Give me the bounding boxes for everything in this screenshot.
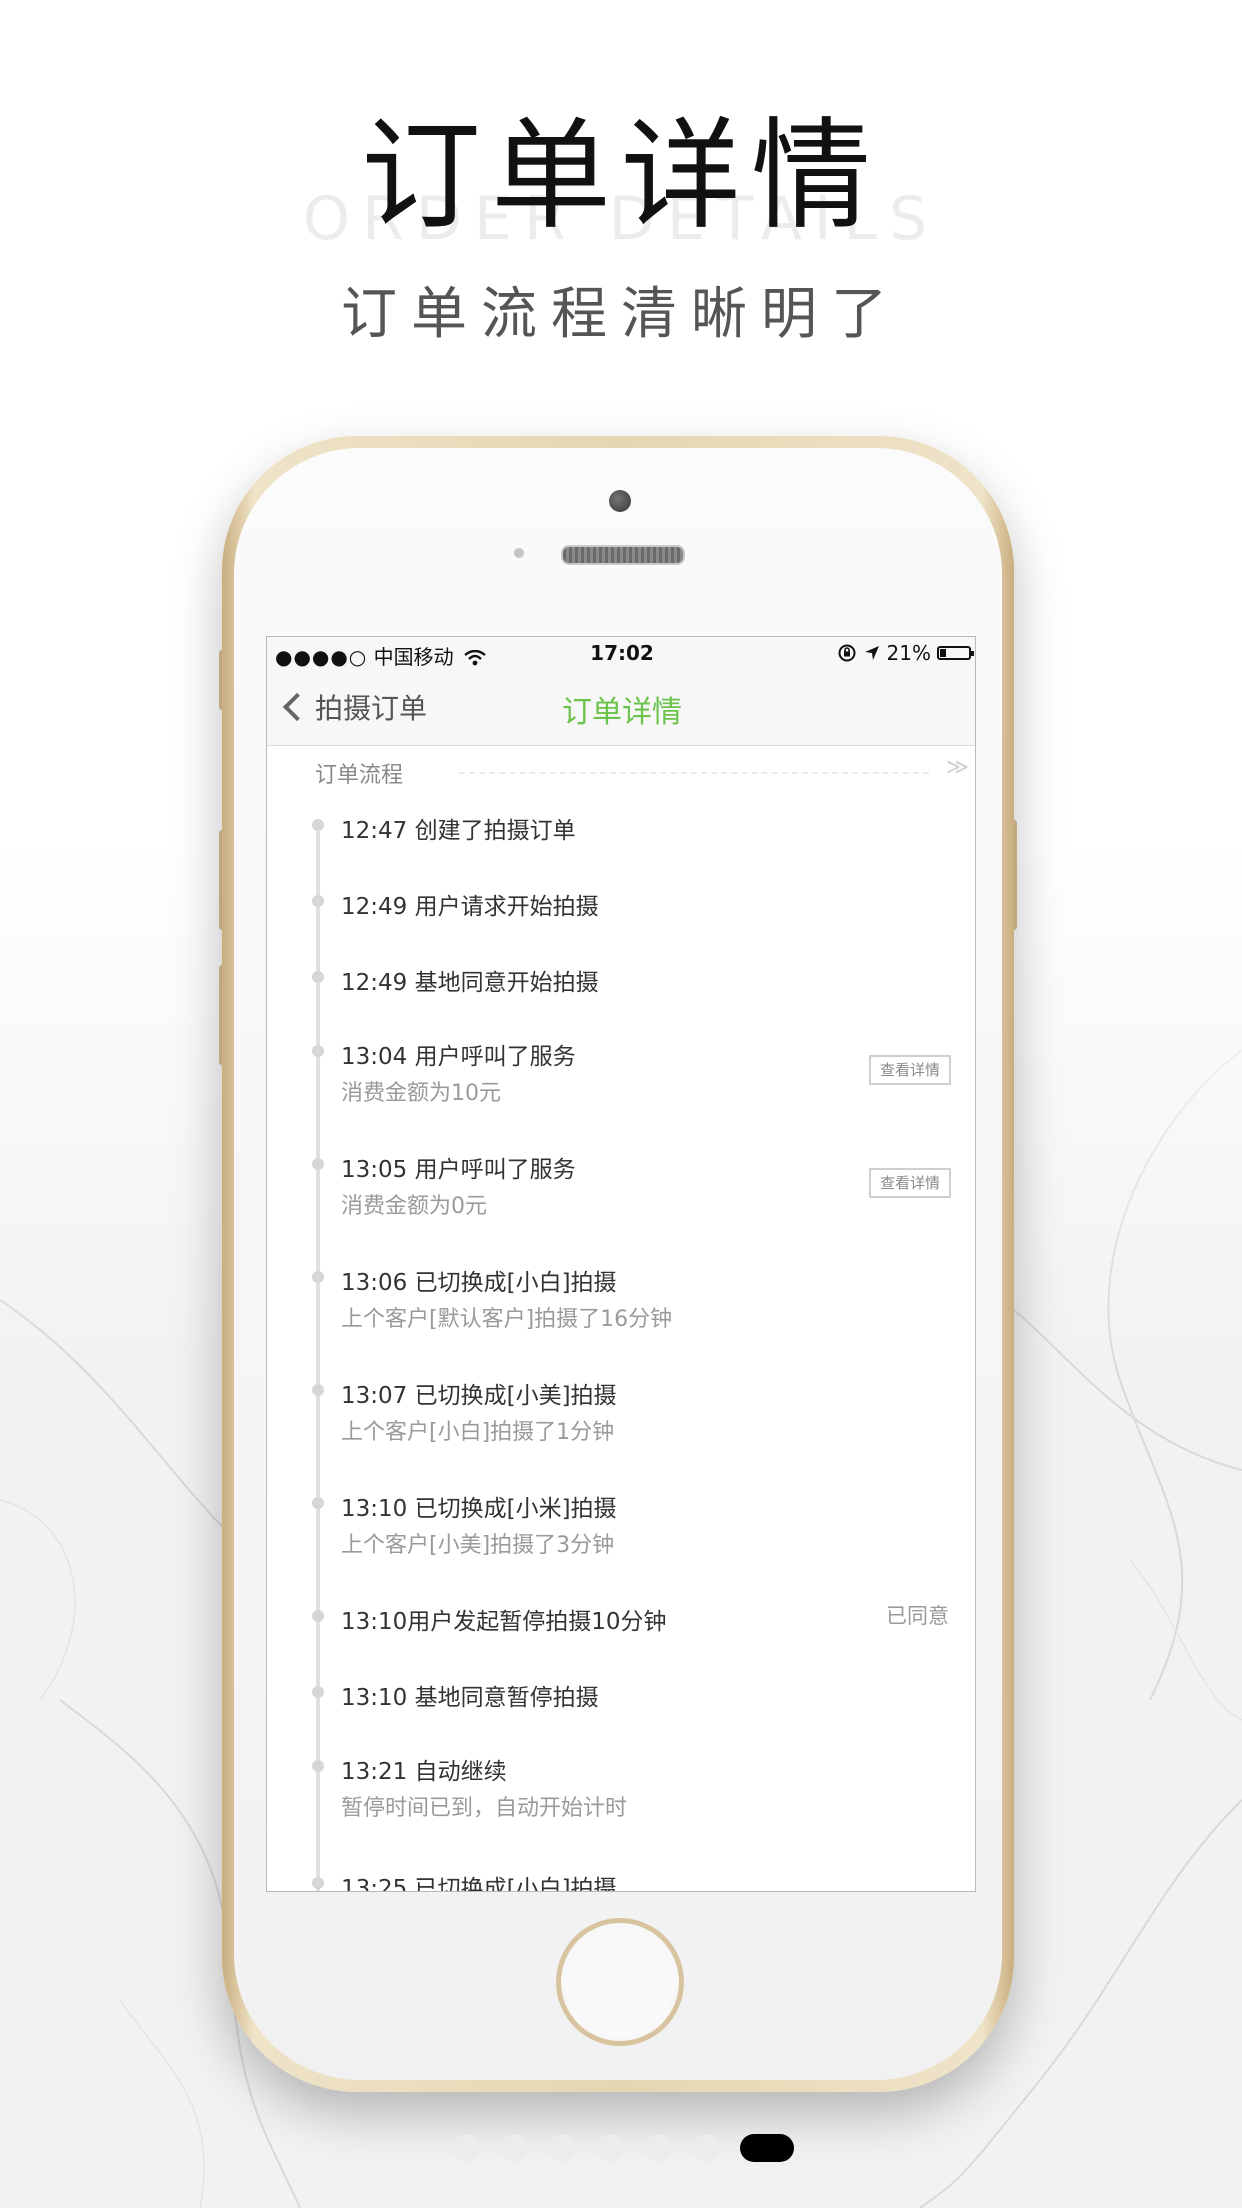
timeline-event: 13:25 已切换成[小白]拍摄 [267,1869,975,1892]
page-dot[interactable] [452,2134,480,2162]
timeline-dot-icon [312,1877,324,1889]
promo-subtitle: 订单流程清晰明了 [341,282,901,347]
timeline-dot-icon [312,1271,324,1283]
proximity-sensor [514,548,524,558]
timeline-dot-icon [312,895,324,907]
timeline-event: 13:21 自动继续暂停时间已到，自动开始计时 [267,1752,975,1828]
event-detail: 暂停时间已到，自动开始计时 [341,1796,628,1821]
event-title: 13:10 基地同意暂停拍摄 [341,1685,599,1711]
orientation-lock-icon [838,644,856,662]
timeline-event: 13:06 已切换成[小白]拍摄上个客户[默认客户]拍摄了16分钟 [267,1263,975,1339]
timeline-event: 13:07 已切换成[小美]拍摄 上个客户[小白]拍摄了1分钟 [267,1376,975,1452]
event-title: 13:04 用户呼叫了服务 [341,1044,576,1070]
event-title: 13:10 已切换成[小米]拍摄 [341,1496,617,1522]
timeline-event: 13:10用户发起暂停拍摄10分钟 已同意 [267,1602,975,1642]
event-title: 13:10用户发起暂停拍摄10分钟 [341,1609,667,1635]
timeline-event: 12:47 创建了拍摄订单 [267,811,975,851]
timeline-dot-icon [312,1158,324,1170]
event-title: 12:49 用户请求开始拍摄 [341,894,599,920]
event-title: 13:07 已切换成[小美]拍摄 [341,1383,617,1409]
section-divider [459,772,929,774]
page-dot[interactable] [500,2134,528,2162]
timeline-dot-icon [312,1760,324,1772]
event-title: 13:05 用户呼叫了服务 [341,1157,576,1183]
promo-title: 订单详情 [361,107,881,246]
page-title: 订单详情 [562,695,682,730]
earpiece-speaker [561,545,685,565]
event-detail: 上个客户[默认客户]拍摄了16分钟 [341,1307,673,1332]
home-button[interactable] [556,1918,684,2046]
page-dot-active[interactable] [740,2134,794,2162]
view-details-button[interactable]: 查看详情 [869,1055,951,1085]
event-detail: 消费金额为0元 [341,1194,487,1219]
navigation-bar: 拍摄订单 订单详情 [267,671,975,746]
timeline-dot-icon [312,971,324,983]
event-detail: 上个客户[小白]拍摄了1分钟 [341,1420,615,1445]
timeline-event: 12:49 用户请求开始拍摄 [267,887,975,927]
event-title: 13:21 自动继续 [341,1759,507,1785]
event-title: 12:47 创建了拍摄订单 [341,818,576,844]
page-dot[interactable] [644,2134,672,2162]
event-title: 13:25 已切换成[小白]拍摄 [341,1876,617,1892]
double-chevron-right-icon: ≫ [945,755,969,780]
timeline-dot-icon [312,1045,324,1057]
page-dot[interactable] [596,2134,624,2162]
page-dot[interactable] [548,2134,576,2162]
page-dot[interactable] [692,2134,720,2162]
view-details-button[interactable]: 查看详情 [869,1168,951,1198]
timeline-dot-icon [312,1686,324,1698]
location-arrow-icon [864,646,879,660]
timeline-dot-icon [312,1497,324,1509]
timeline-dot-icon [312,819,324,831]
section-title: 订单流程 [315,763,404,788]
timeline-event: 13:10 已切换成[小米]拍摄 上个客户[小美]拍摄了3分钟 [267,1489,975,1565]
event-detail: 消费金额为10元 [341,1081,501,1106]
timeline-event: 13:04 用户呼叫了服务 消费金额为10元 查看详情 [267,1037,975,1113]
battery-icon [937,646,974,660]
timeline-event: 12:49 基地同意开始拍摄 [267,963,975,1003]
event-title: 12:49 基地同意开始拍摄 [341,970,599,996]
battery-percent: 21% [886,641,931,665]
timeline-dot-icon [312,1610,324,1622]
timeline-dot-icon [312,1384,324,1396]
timeline-event: 13:10 基地同意暂停拍摄 [267,1678,975,1718]
phone-screen: ●●●●○ 中国移动 17:02 21% 拍摄订单 订单详情 订单流程 ≫ 12… [266,636,976,1892]
event-detail: 上个客户[小美]拍摄了3分钟 [341,1533,615,1558]
event-title: 13:06 已切换成[小白]拍摄 [341,1270,617,1296]
status-bar: ●●●●○ 中国移动 17:02 21% [267,637,975,671]
page-indicator [0,2130,1242,2164]
front-camera-icon [609,490,631,512]
timeline-event: 13:05 用户呼叫了服务 消费金额为0元 查看详情 [267,1150,975,1226]
approval-status: 已同意 [886,1604,949,1628]
